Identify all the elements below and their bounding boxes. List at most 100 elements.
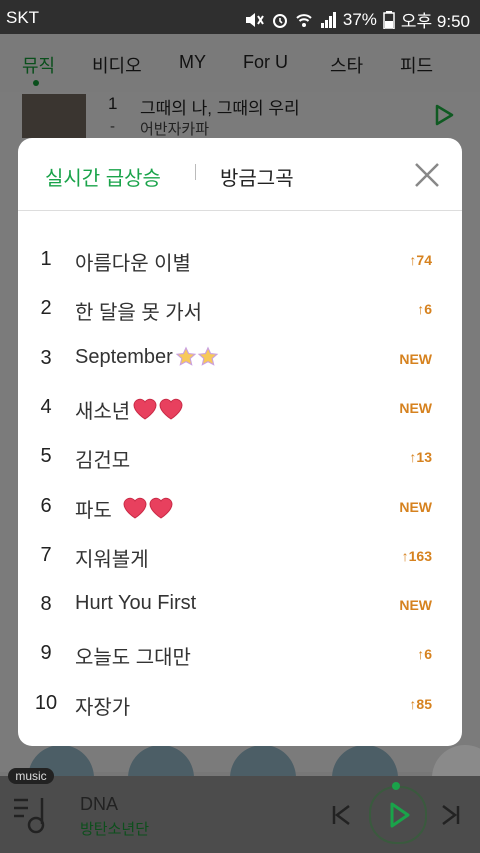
rank-change: NEW: [399, 498, 432, 515]
list-item[interactable]: 1 아름다운 이별 ↑74: [18, 235, 462, 284]
chart-artist: 어반자카파: [140, 121, 210, 138]
rank-change: ↑163: [401, 547, 432, 564]
tab-for-u[interactable]: For U: [243, 52, 288, 73]
rank-number: 4: [40, 395, 52, 418]
rank-number: 9: [40, 642, 52, 665]
tab-my[interactable]: MY: [179, 52, 206, 73]
rank-change: ↑6: [417, 646, 432, 663]
item-title: 지워볼게: [75, 543, 149, 572]
list-item[interactable]: 3 September NEW: [18, 334, 462, 383]
item-title: 자장가: [75, 691, 130, 720]
rank-change: ↑6: [417, 301, 432, 318]
battery-icon: [383, 10, 395, 29]
status-bar: SKT 37% 오후 9:50: [0, 0, 480, 34]
star-icon: [175, 346, 197, 366]
chart-rank: 1: [108, 94, 118, 113]
item-title-text: September: [75, 345, 173, 368]
song-title: DNA: [80, 794, 119, 814]
list-item[interactable]: 2 한 달을 못 가서 ↑6: [18, 284, 462, 333]
item-title-text: 김건모: [75, 450, 131, 473]
tab-just-now[interactable]: 방금그곡: [220, 162, 294, 191]
item-title: September: [75, 346, 219, 369]
realtime-chart-modal: 실시간 급상승 방금그곡 1 아름다운 이별 ↑74 2 한 달을 못 가서 ↑6 3 Sep…: [18, 138, 462, 746]
list-item[interactable]: 4 새소년 NEW: [18, 383, 462, 432]
wifi-icon: [296, 13, 312, 27]
heart-decoration: [122, 496, 174, 520]
item-title-text: 자장가: [75, 696, 131, 719]
list-item[interactable]: 5 김건모 ↑13: [18, 432, 462, 481]
mute-icon: [245, 12, 264, 27]
heart-icon: [159, 399, 183, 420]
chart-title: 그때의 나, 그때의 우리: [140, 99, 300, 118]
rank-number: 5: [40, 445, 52, 468]
tab-video[interactable]: 비디오: [92, 52, 142, 78]
rank-change: ↑74: [409, 252, 432, 268]
play-icon: [390, 802, 410, 828]
item-title: Hurt You First: [75, 592, 196, 615]
list-item[interactable]: 6 파도 NEW: [18, 482, 462, 531]
battery-percent: 37%: [342, 9, 377, 29]
heart-decoration: [132, 397, 184, 421]
chart-change: -: [110, 118, 115, 135]
list-item[interactable]: 7 지워볼게 ↑163: [18, 531, 462, 580]
rank-change: ↑13: [409, 449, 432, 466]
item-title-text: 지워볼게: [75, 548, 149, 571]
previous-icon[interactable]: [330, 804, 352, 826]
item-title: 오늘도 그대만: [75, 641, 191, 670]
item-title: 새소년: [75, 395, 184, 424]
background-thumbnails: [0, 745, 480, 811]
alarm-icon: [272, 13, 287, 28]
item-title-text: Hurt You First: [75, 592, 197, 615]
chart-row[interactable]: 1 그때의 나, 그때의 우리 - 어반자카파: [0, 92, 480, 138]
rank-number: 7: [40, 543, 52, 566]
item-title-text: 아름다운 이별: [75, 253, 191, 275]
rank-change: NEW: [399, 399, 432, 416]
heart-icon: [123, 497, 147, 519]
item-title: 한 달을 못 가서: [75, 296, 202, 325]
rank-number: 6: [40, 494, 52, 517]
rank-number: 1: [40, 248, 52, 270]
close-icon[interactable]: [413, 161, 441, 189]
progress-indicator: [392, 782, 400, 790]
rank-change: NEW: [399, 597, 432, 614]
rank-change: NEW: [399, 350, 432, 367]
clock: 오후 9:50: [400, 12, 470, 31]
mini-player: music DNA 방탄소년단: [0, 768, 480, 853]
heart-icon: [149, 497, 173, 519]
tab-music[interactable]: 뮤직: [22, 52, 55, 78]
rank-number: 10: [34, 691, 58, 714]
tab-realtime-rising[interactable]: 실시간 급상승: [45, 162, 161, 191]
modal-header: 실시간 급상승 방금그곡: [18, 138, 462, 211]
item-title: 아름다운 이별: [75, 247, 191, 276]
item-title-text: 한 달을 못 가서: [75, 302, 203, 325]
rank-number: 8: [40, 593, 52, 616]
tab-star[interactable]: 스타: [330, 52, 363, 78]
signal-icon: [320, 11, 336, 28]
item-title: 김건모: [75, 444, 130, 473]
tab-divider: [195, 164, 196, 180]
rank-change: ↑85: [409, 695, 432, 712]
heart-icon: [133, 399, 157, 420]
rank-number: 2: [40, 297, 52, 320]
list-item[interactable]: 8 Hurt You First NEW: [18, 580, 462, 629]
item-title-text: 새소년: [75, 400, 131, 423]
active-tab-indicator: [33, 80, 39, 86]
carrier-label: SKT: [6, 8, 40, 27]
next-icon[interactable]: [440, 804, 462, 826]
item-title-text: 파도: [75, 499, 112, 522]
play-icon[interactable]: [434, 104, 454, 126]
music-badge: music: [8, 768, 54, 784]
album-art: [22, 94, 86, 138]
song-artist: 방탄소년단: [80, 821, 150, 838]
star-decoration: [175, 346, 219, 368]
top-navigation: 뮤직 비디오 MY For U 스타 피드: [0, 34, 480, 92]
rank-number: 3: [40, 346, 52, 369]
item-title-text: 오늘도 그대만: [75, 647, 191, 670]
list-item[interactable]: 9 오늘도 그대만 ↑6: [18, 629, 462, 678]
list-item[interactable]: 10 자장가 ↑85: [18, 679, 462, 728]
playlist-icon[interactable]: [12, 794, 56, 836]
star-icon: [197, 346, 219, 366]
tab-feed[interactable]: 피드: [400, 52, 433, 78]
item-title: 파도: [75, 494, 174, 523]
play-button[interactable]: [369, 786, 427, 844]
